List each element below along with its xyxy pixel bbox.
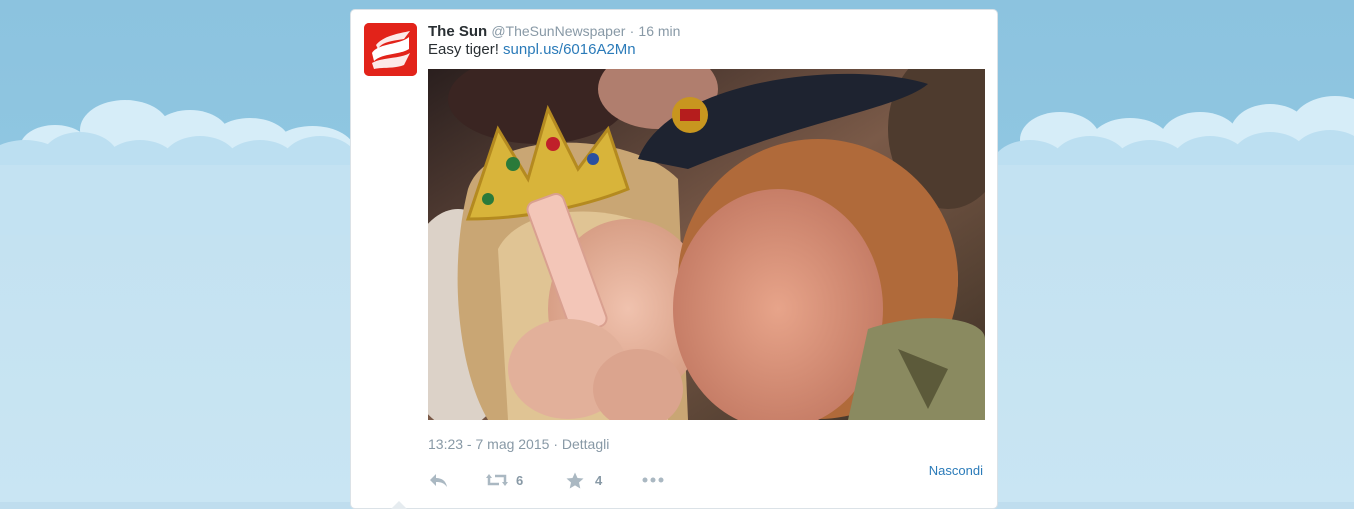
tweet-meta: 13:23 - 7 mag 2015 · Dettagli [428,436,609,452]
tweet-link[interactable]: sunpl.us/6016A2Mn [503,41,636,58]
tweet-card[interactable]: The Sun @TheSunNewspaper · 16 min Easy t… [350,9,998,509]
tweet-body: Easy tiger! [428,41,499,58]
author-handle[interactable]: @TheSunNewspaper [491,23,625,39]
retweet-icon [486,474,508,486]
sun-logo-icon [364,23,417,76]
reply-icon [430,474,447,487]
avatar[interactable] [364,23,417,76]
tweet-text: Easy tiger! sunpl.us/6016A2Mn [428,41,636,59]
details-link[interactable]: Dettagli [562,436,609,452]
tweet-actions: 6 4 [428,468,985,492]
reply-caret [391,501,407,509]
favorite-button[interactable]: 4 [566,468,602,492]
photo-kiss-scene [428,69,985,420]
separator-dot: · [629,23,635,39]
tweet-photo[interactable] [428,69,985,420]
more-dots-icon [642,477,664,483]
tweet-header: The Sun @TheSunNewspaper · 16 min [428,22,680,41]
retweet-button[interactable]: 6 [485,468,523,492]
more-button[interactable] [642,468,664,492]
relative-time[interactable]: 16 min [638,23,680,39]
hide-link[interactable]: Nascondi [929,463,983,478]
author-name[interactable]: The Sun [428,23,487,40]
tweet-timestamp[interactable]: 13:23 - 7 mag 2015 [428,436,549,452]
retweet-count: 6 [516,472,524,488]
meta-separator: · [553,436,558,452]
favorite-count: 4 [595,472,603,488]
reply-button[interactable] [428,468,448,492]
favorite-star-icon [566,472,584,488]
